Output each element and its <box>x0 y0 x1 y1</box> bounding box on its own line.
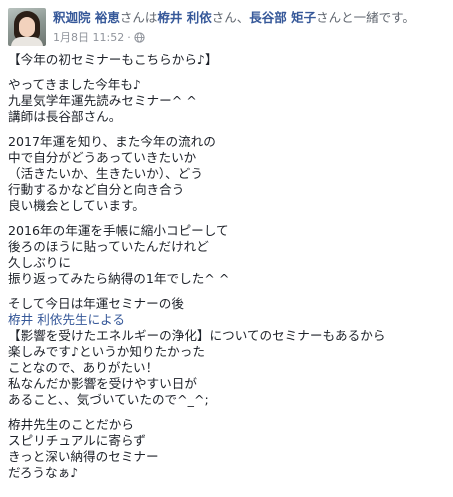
text-line: 【影響を受けたエネルギーの浄化】についてのセミナーもあるから <box>8 328 386 343</box>
paragraph-4: 2016年の年運を手帳に縮小コピーして 後ろのほうに貼っていたんだけれど 久しぶ… <box>8 223 447 287</box>
meta-separator: · <box>127 31 131 44</box>
text-line: だろうなぁ♪ <box>8 465 79 480</box>
paragraph-2: やってきました今年も♪ 九星気学年運先読みセミナー^ ^ 講師は長谷部さん。 <box>8 77 447 125</box>
paragraph-6: 栫井先生のことだから スピリチュアルに寄らず きっと深い納得のセミナー だろうな… <box>8 417 447 481</box>
paragraph-3: 2017年運を知り、また今年の流れの 中で自分がどうあっていきたいか （活きたい… <box>8 134 447 214</box>
post-timestamp-link[interactable]: 1月8日 11:52 <box>53 31 124 44</box>
text-line: 私なんだか影響を受けやすい日が <box>8 376 197 391</box>
with-text-1: さんは <box>119 10 158 25</box>
tagged-person-2-link[interactable]: 長谷部 矩子 <box>249 10 316 25</box>
text-line: きっと深い納得のセミナー <box>8 449 159 464</box>
post-meta: 1月8日 11:52 · <box>53 31 145 47</box>
globe-icon[interactable] <box>134 32 145 47</box>
text-line: 久しぶりに <box>8 255 71 270</box>
tagged-name-link[interactable]: 栫井 利依先生による <box>8 312 447 328</box>
post-body: 【今年の初セミナーもこちらから♪】 やってきました今年も♪ 九星気学年運先読みセ… <box>8 52 447 490</box>
post-header: 釈迦院 裕恵さんは栫井 利依さん、長谷部 矩子さんと一緒です。 1月8日 11:… <box>8 8 445 48</box>
text-line: あること、、気づいていたので^_^; <box>8 392 209 407</box>
with-text-3: さんと一緒です。 <box>316 10 415 25</box>
text-line: （活きたいか、生きたいか）、どう <box>8 166 203 181</box>
author-name-link[interactable]: 釈迦院 裕恵 <box>53 10 120 25</box>
text-line: 中で自分がどうあっていきたいか <box>8 150 197 165</box>
author-avatar[interactable] <box>8 8 46 46</box>
with-text-2: さん、 <box>211 10 250 25</box>
text-line: 振り返ってみたら納得の1年でした^ ^ <box>8 271 230 286</box>
text-line: ことなので、ありがたい！ <box>8 360 159 375</box>
text-line: 【今年の初セミナーもこちらから♪】 <box>8 52 218 67</box>
text-line: 講師は長谷部さん。 <box>8 109 122 124</box>
text-line: 2016年の年運を手帳に縮小コピーして <box>8 223 229 238</box>
text-line: 行動するかなど自分と向き合う <box>8 182 185 197</box>
paragraph-5: そして今日は年運セミナーの後 栫井 利依先生による 【影響を受けたエネルギーの浄… <box>8 296 447 408</box>
text-line: 九星気学年運先読みセミナー^ ^ <box>8 93 197 108</box>
text-line: 良い機会としています。 <box>8 198 145 213</box>
paragraph-1: 【今年の初セミナーもこちらから♪】 <box>8 52 447 68</box>
text-line: 楽しみです♪というか知りたかった <box>8 344 205 359</box>
avatar-face <box>19 17 35 37</box>
avatar-body <box>11 37 43 46</box>
text-line: やってきました今年も♪ <box>8 77 141 92</box>
text-line: 2017年運を知り、また今年の流れの <box>8 134 216 149</box>
text-line: そして今日は年運セミナーの後 <box>8 296 184 311</box>
text-line: 後ろのほうに貼っていたんだけれど <box>8 239 209 254</box>
facebook-post: 釈迦院 裕恵さんは栫井 利依さん、長谷部 矩子さんと一緒です。 1月8日 11:… <box>0 0 453 497</box>
text-line: 栫井先生のことだから <box>8 417 134 432</box>
tagged-person-1-link[interactable]: 栫井 利依 <box>157 10 211 25</box>
post-title-line: 釈迦院 裕恵さんは栫井 利依さん、長谷部 矩子さんと一緒です。 <box>53 9 445 26</box>
text-line: スピリチュアルに寄らず <box>8 433 146 448</box>
